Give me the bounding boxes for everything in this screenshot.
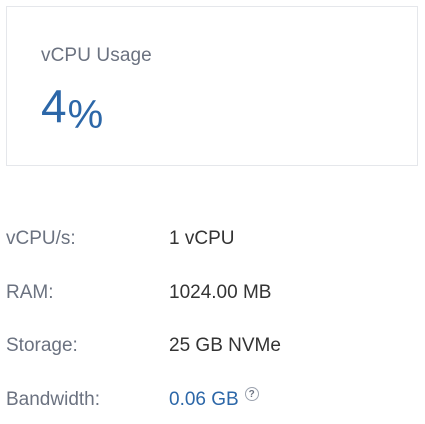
vcpu-usage-title: vCPU Usage [41,45,152,66]
spec-label-bandwidth: Bandwidth: [6,389,101,410]
vcpu-usage-card: vCPU Usage 4% [6,6,418,166]
spec-value-bandwidth[interactable]: 0.06 GB ? [169,387,259,411]
spec-label-ram: RAM: [6,282,54,303]
bandwidth-value-text[interactable]: 0.06 GB [169,389,239,411]
spec-row-storage: Storage: 25 GB NVMe [6,333,418,359]
vcpu-usage-number: 4 [41,80,67,132]
question-circle-icon[interactable]: ? [244,387,259,401]
spec-row-ram: RAM: 1024.00 MB [6,280,418,306]
spec-label-storage: Storage: [6,335,78,356]
vcpu-usage-unit: % [67,93,104,137]
spec-row-vcpu: vCPU/s: 1 vCPU [6,226,418,252]
spec-value-storage: 25 GB NVMe [169,335,281,356]
spec-value-vcpu: 1 vCPU [169,228,235,249]
spec-value-ram: 1024.00 MB [169,282,272,303]
vcpu-usage-value: 4% [41,80,103,135]
spec-row-bandwidth: Bandwidth: 0.06 GB ? [6,387,418,413]
spec-label-vcpu: vCPU/s: [6,228,76,249]
